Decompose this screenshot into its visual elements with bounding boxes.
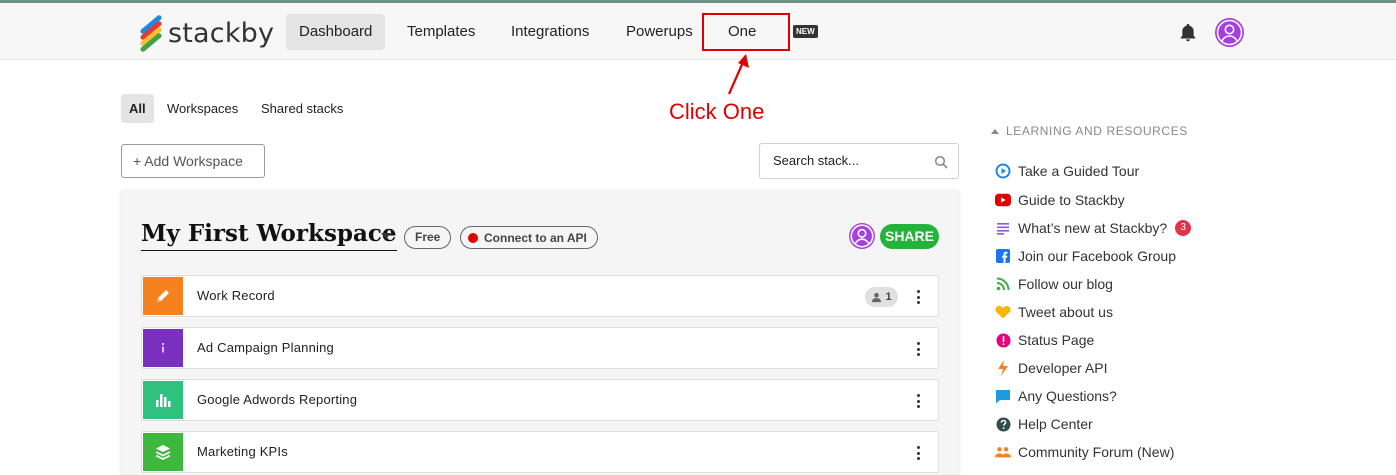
nav-dashboard[interactable]: Dashboard: [286, 14, 386, 50]
stack-row-google-adwords-reporting[interactable]: Google Adwords Reporting: [141, 379, 939, 421]
search-icon[interactable]: [934, 155, 948, 169]
add-workspace-button[interactable]: + Add Workspace: [121, 144, 265, 178]
resource-label: Guide to Stackby: [1018, 192, 1125, 208]
search-input[interactable]: [773, 153, 933, 168]
search-stack-box: [759, 143, 959, 179]
connect-api-label: Connect to an API: [484, 230, 587, 245]
resource-whats-new[interactable]: What’s new at Stackby? 3: [995, 217, 1192, 239]
stack-name: Work Record: [197, 288, 275, 303]
resources-heading[interactable]: LEARNING AND RESOURCES: [991, 124, 1188, 138]
nav-integrations[interactable]: Integrations: [498, 14, 602, 50]
whats-new-count-badge: 3: [1175, 220, 1192, 236]
annotation-arrow-icon: [727, 54, 749, 95]
stack-name: Ad Campaign Planning: [197, 340, 334, 355]
bell-icon[interactable]: [1177, 22, 1199, 44]
resource-label: Any Questions?: [1018, 388, 1117, 404]
stackby-logo-icon: [138, 14, 164, 53]
stack-row-marketing-kpis[interactable]: Marketing KPIs: [141, 431, 939, 473]
api-status-dot-icon: [468, 232, 478, 243]
resource-label: Community Forum (New): [1018, 444, 1175, 460]
resource-label: What’s new at Stackby?: [1018, 220, 1168, 236]
stack-menu-icon[interactable]: [916, 446, 920, 460]
youtube-icon: [995, 192, 1011, 208]
play-circle-icon: [995, 163, 1011, 179]
facebook-icon: [995, 248, 1011, 264]
resource-help-center[interactable]: Help Center: [995, 413, 1093, 435]
stack-name: Marketing KPIs: [197, 444, 288, 459]
new-badge: NEW: [793, 25, 818, 38]
plan-badge[interactable]: Free: [404, 226, 452, 249]
stack-menu-icon[interactable]: [916, 342, 920, 356]
filter-all[interactable]: All: [121, 94, 154, 123]
stack-name: Google Adwords Reporting: [197, 392, 358, 407]
list-icon: [995, 220, 1011, 236]
user-avatar[interactable]: [1215, 18, 1244, 47]
nav-powerups[interactable]: Powerups: [613, 14, 706, 50]
resource-any-questions[interactable]: Any Questions?: [995, 385, 1117, 407]
share-button[interactable]: SHARE: [880, 224, 939, 249]
connect-api-button[interactable]: Connect to an API: [460, 226, 598, 249]
resource-blog[interactable]: Follow our blog: [995, 273, 1113, 295]
resource-label: Follow our blog: [1018, 276, 1113, 292]
stackby-logo[interactable]: stackby: [138, 14, 275, 53]
stack-menu-icon[interactable]: [916, 290, 920, 304]
info-icon: [143, 329, 183, 367]
layers-icon: [143, 433, 183, 471]
stack-row-ad-campaign-planning[interactable]: Ad Campaign Planning: [141, 327, 939, 369]
resource-label: Take a Guided Tour: [1018, 163, 1140, 179]
resource-developer-api[interactable]: Developer API: [995, 357, 1108, 379]
heart-icon: [995, 304, 1011, 320]
resource-guided-tour[interactable]: Take a Guided Tour: [995, 160, 1139, 182]
resource-guide[interactable]: Guide to Stackby: [995, 189, 1125, 211]
annotation-label: Click One: [669, 99, 765, 124]
filter-shared-stacks[interactable]: Shared stacks: [253, 94, 351, 123]
bolt-icon: [995, 360, 1011, 376]
filter-workspaces[interactable]: Workspaces: [159, 94, 246, 123]
resource-tweet[interactable]: Tweet about us: [995, 301, 1113, 323]
resource-label: Help Center: [1018, 416, 1093, 432]
stack-menu-icon[interactable]: [916, 394, 920, 408]
resource-label: Tweet about us: [1018, 304, 1113, 320]
one-highlight-box: [702, 13, 790, 51]
collapse-caret-icon: [991, 128, 999, 134]
help-icon: [995, 416, 1011, 432]
pencil-icon: [143, 277, 183, 315]
workspace-member-avatar[interactable]: [849, 223, 875, 249]
workspace-dropdown-icon[interactable]: [381, 233, 391, 239]
resource-label: Status Page: [1018, 332, 1095, 348]
stack-members-badge[interactable]: 1: [865, 287, 898, 307]
workspace-panel: My First Workspace Free Connect to an AP…: [121, 190, 959, 475]
stack-members-count: 1: [885, 291, 892, 303]
resource-label: Join our Facebook Group: [1018, 248, 1176, 264]
resource-community-forum[interactable]: Community Forum (New): [995, 441, 1174, 463]
logo-text: stackby: [168, 17, 275, 49]
bar-chart-icon: [143, 381, 183, 419]
person-icon: [872, 292, 882, 302]
resource-label: Developer API: [1018, 360, 1108, 376]
nav-templates[interactable]: Templates: [394, 14, 488, 50]
resource-facebook-group[interactable]: Join our Facebook Group: [995, 245, 1176, 267]
rss-icon: [995, 276, 1011, 292]
resources-heading-label: LEARNING AND RESOURCES: [1006, 124, 1188, 138]
community-icon: [995, 444, 1011, 460]
chat-icon: [995, 388, 1011, 404]
workspace-title[interactable]: My First Workspace: [141, 220, 397, 251]
stack-row-work-record[interactable]: Work Record 1: [141, 275, 939, 317]
top-navbar: stackby Dashboard Templates Integrations…: [0, 3, 1396, 60]
resource-status-page[interactable]: Status Page: [995, 329, 1094, 351]
alert-icon: [995, 332, 1011, 348]
